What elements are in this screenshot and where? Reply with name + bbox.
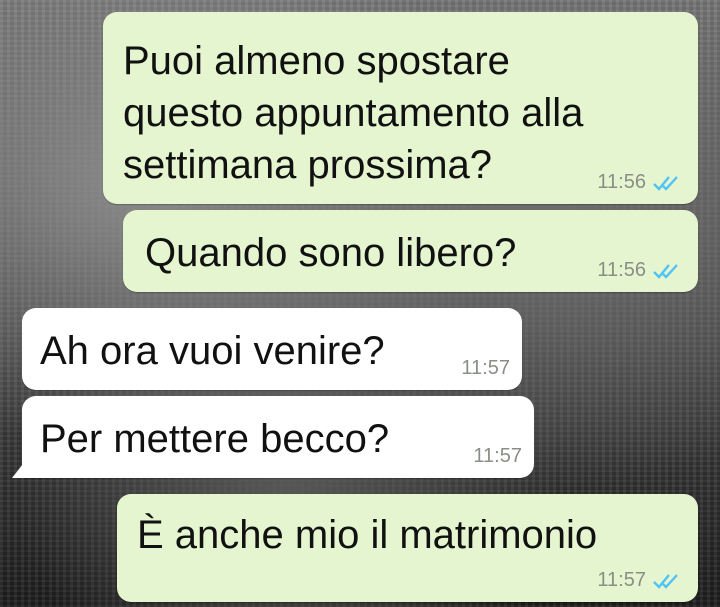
message-meta: 11:57 — [597, 569, 686, 592]
double-check-icon — [653, 573, 678, 589]
message-time: 11:57 — [473, 445, 522, 467]
message-text-line: Per mettere becco? — [40, 417, 390, 461]
message-bubble-incoming[interactable]: Ah ora vuoi venire? 11:57 — [22, 308, 522, 390]
double-check-icon — [653, 263, 678, 279]
message-time: 11:57 — [461, 357, 510, 379]
message-time: 11:56 — [597, 259, 646, 281]
message-meta: 11:56 — [597, 259, 686, 282]
message-text-line: Ah ora vuoi venire? — [40, 329, 385, 373]
message-bubble-outgoing[interactable]: Quando sono libero? 11:56 — [123, 210, 698, 292]
message-text-line: È anche mio il matrimonio — [137, 513, 598, 557]
message-text-line: Quando sono libero? — [145, 231, 517, 275]
message-meta: 11:57 — [473, 445, 522, 468]
message-bubble-outgoing[interactable]: È anche mio il matrimonio 11:57 — [117, 494, 698, 602]
message-text-line: questo appuntamento alla — [123, 91, 584, 135]
message-text-line: Puoi almeno spostare — [123, 39, 510, 83]
message-time: 11:56 — [597, 171, 646, 193]
bubble-tail — [12, 460, 26, 478]
message-bubble-outgoing[interactable]: Puoi almeno spostare questo appuntamento… — [103, 12, 698, 204]
message-meta: 11:57 — [461, 357, 510, 380]
message-time: 11:57 — [597, 569, 646, 591]
message-text-line: settimana prossima? — [123, 143, 493, 187]
message-meta: 11:56 — [597, 171, 686, 194]
message-bubble-incoming[interactable]: Per mettere becco? 11:57 — [22, 396, 534, 478]
double-check-icon — [653, 175, 678, 191]
